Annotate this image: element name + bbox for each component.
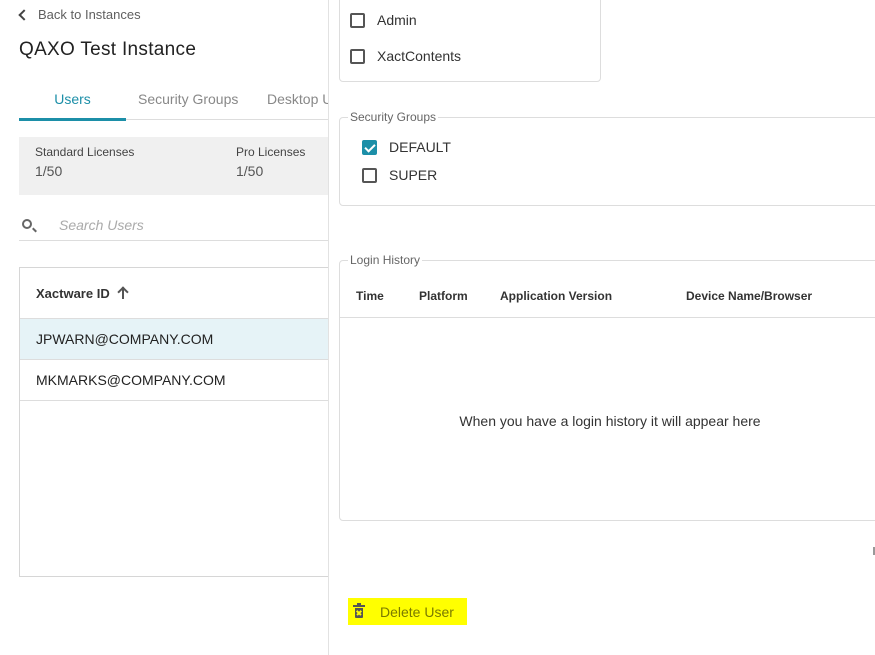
security-group-label: SUPER	[389, 167, 438, 183]
license-summary: Standard Licenses 1/50 Pro Licenses 1/50	[19, 137, 328, 195]
pro-licenses-label: Pro Licenses	[236, 145, 306, 159]
column-header-label: Xactware ID	[36, 285, 110, 301]
sort-ascending-icon[interactable]	[118, 287, 128, 299]
xactcontents-checkbox[interactable]	[350, 48, 365, 64]
role-label: XactContents	[377, 48, 462, 64]
page-title: QAXO Test Instance	[19, 39, 197, 60]
roles-box: Admin XactContents	[339, 0, 601, 82]
super-checkbox[interactable]	[362, 167, 377, 183]
user-id: JPWARN@COMPANY.COM	[36, 331, 214, 347]
chevron-left-icon	[18, 9, 30, 21]
tab-users[interactable]: Users	[19, 87, 126, 121]
column-platform: Platform	[419, 289, 468, 303]
role-label: Admin	[377, 12, 417, 28]
login-history-empty-message: When you have a login history it will ap…	[459, 413, 761, 429]
login-history-legend: Login History	[348, 253, 423, 267]
security-group-default[interactable]: DEFAULT	[362, 139, 451, 155]
users-table: Xactware ID JPWARN@COMPANY.COM MKMARKS@C…	[19, 267, 328, 577]
standard-licenses-label: Standard Licenses	[35, 145, 135, 159]
column-device-name: Device Name/Browser	[686, 289, 813, 303]
role-xactcontents[interactable]: XactContents	[350, 48, 461, 64]
delete-user-label: Delete User	[380, 603, 454, 620]
column-application-version: Application Version	[500, 289, 613, 303]
instance-panel: Back to Instances QAXO Test Instance Use…	[0, 0, 328, 655]
tab-security-groups[interactable]: Security Groups	[138, 87, 238, 120]
login-history-header: Time Platform Application Version Device…	[340, 283, 875, 318]
default-checkbox[interactable]	[362, 139, 377, 155]
table-row[interactable]: MKMARKS@COMPANY.COM	[20, 360, 328, 401]
user-id: MKMARKS@COMPANY.COM	[36, 372, 226, 388]
delete-user-button[interactable]: Delete User	[348, 598, 467, 625]
tab-desktop[interactable]: Desktop U	[267, 87, 328, 120]
table-row[interactable]: JPWARN@COMPANY.COM	[20, 319, 328, 360]
admin-checkbox[interactable]	[350, 12, 365, 28]
search-bar	[19, 212, 328, 241]
role-admin[interactable]: Admin	[350, 12, 417, 28]
security-group-label: DEFAULT	[389, 139, 451, 155]
back-to-instances-link[interactable]: Back to Instances	[18, 7, 141, 22]
search-icon	[22, 219, 32, 229]
tab-bar: Users Security Groups Desktop U	[19, 87, 328, 121]
standard-licenses: Standard Licenses 1/50	[35, 145, 134, 179]
pro-licenses-value: 1/50	[236, 163, 264, 179]
user-detail-panel: Admin XactContents Security Groups DEFAU…	[328, 0, 875, 655]
search-input[interactable]	[59, 215, 309, 235]
security-groups-legend: Security Groups	[348, 110, 439, 124]
pro-licenses: Pro Licenses 1/50	[236, 145, 305, 179]
back-label: Back to Instances	[38, 7, 141, 22]
security-groups-fieldset: Security Groups DEFAULT SUPER	[339, 110, 875, 206]
trash-icon	[353, 603, 365, 618]
login-history-fieldset: Login History Time Platform Application …	[339, 253, 875, 521]
column-time: Time	[356, 289, 384, 303]
security-group-super[interactable]: SUPER	[362, 167, 437, 183]
column-header-xactware-id[interactable]: Xactware ID	[20, 268, 328, 319]
standard-licenses-value: 1/50	[35, 163, 63, 179]
